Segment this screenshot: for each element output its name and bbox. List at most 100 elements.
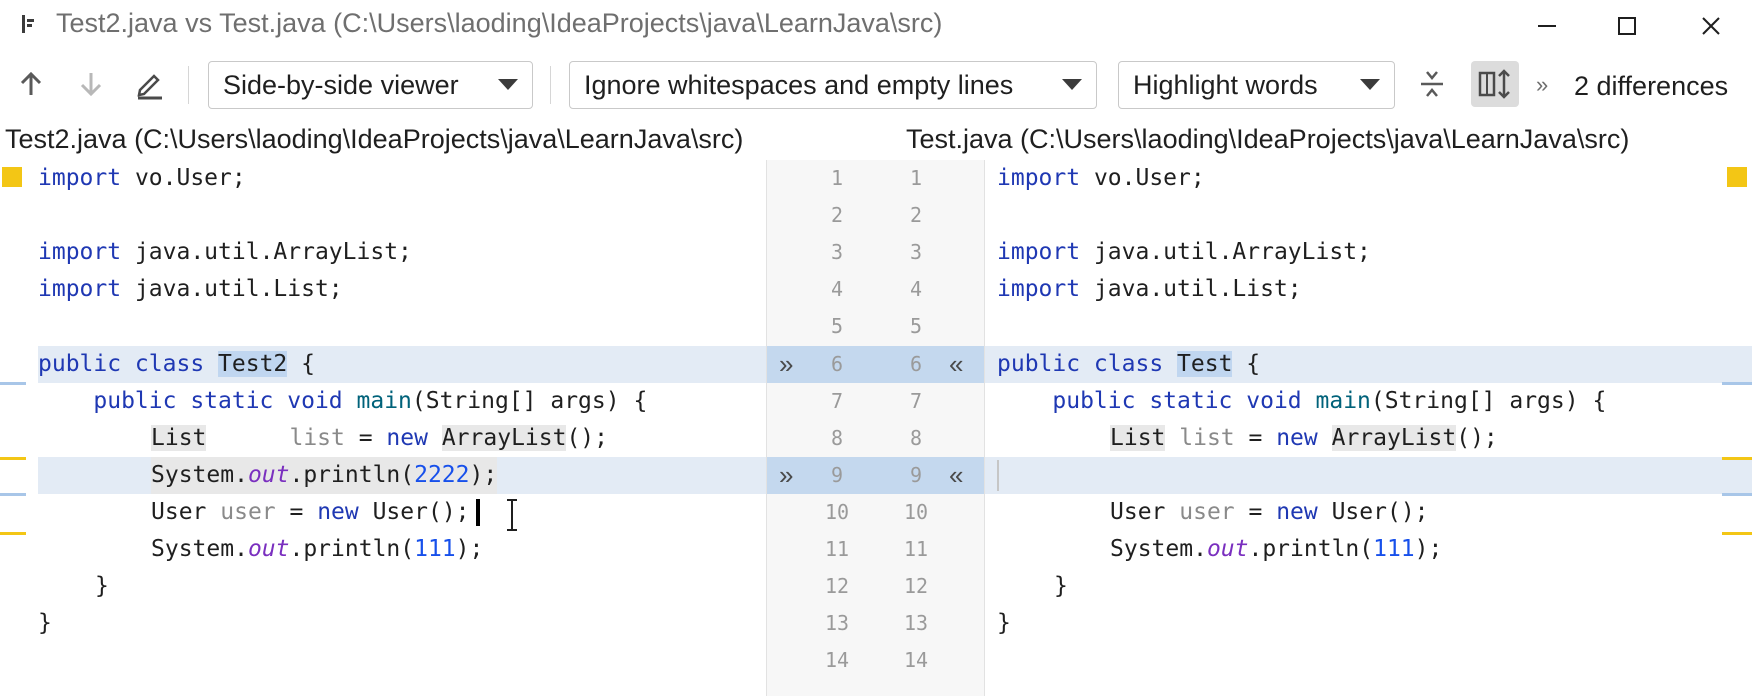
apply-left-icon[interactable]: »	[779, 457, 793, 494]
code-line: }	[95, 573, 109, 599]
minimize-icon[interactable]	[1527, 6, 1567, 46]
code-line: import java.util.ArrayList;	[997, 239, 1371, 265]
right-line-number: 12	[903, 574, 929, 598]
left-line-number: 14	[824, 648, 850, 672]
whitespace-mode-dropdown[interactable]: Ignore whitespaces and empty lines	[569, 61, 1097, 109]
apply-left-icon[interactable]: »	[779, 346, 793, 383]
change-stripe	[1722, 532, 1752, 535]
changed-row-highlight	[985, 457, 1752, 494]
left-line-number: 13	[824, 611, 850, 635]
change-stripe	[0, 382, 26, 385]
left-editor-pane[interactable]: import vo.User; import java.util.ArrayLi…	[0, 160, 766, 696]
left-line-number: 4	[830, 277, 844, 301]
left-line-number: 2	[830, 203, 844, 227]
code-line: User user = new User();	[1110, 499, 1429, 525]
left-line-number: 6	[830, 352, 844, 376]
differences-count: 2 differences	[1574, 71, 1729, 101]
right-line-number: 8	[909, 426, 923, 450]
toolbar-separator	[550, 66, 551, 104]
left-line-number: 1	[830, 166, 844, 190]
right-line-number: 10	[903, 500, 929, 524]
chevron-down-icon	[1360, 79, 1380, 90]
highlight-mode-dropdown[interactable]: Highlight words	[1118, 61, 1395, 109]
left-line-number: 10	[824, 500, 850, 524]
close-icon[interactable]	[1691, 6, 1731, 46]
apply-right-icon[interactable]: «	[949, 457, 963, 494]
change-stripe	[0, 493, 26, 496]
left-line-number: 11	[824, 537, 850, 561]
whitespace-mode-label: Ignore whitespaces and empty lines	[584, 69, 1014, 100]
change-stripe	[1722, 493, 1752, 496]
code-line: import java.util.List;	[38, 276, 343, 302]
window-title: Test2.java vs Test.java (C:\Users\laodin…	[56, 8, 943, 38]
viewer-mode-label: Side-by-side viewer	[223, 69, 459, 100]
code-line: import java.util.List;	[997, 276, 1302, 302]
text-caret	[476, 499, 480, 526]
right-line-number: 3	[909, 240, 923, 264]
maximize-icon[interactable]	[1607, 6, 1647, 46]
next-difference-button[interactable]	[71, 64, 111, 104]
left-file-header: Test2.java (C:\Users\laoding\IdeaProject…	[5, 124, 744, 154]
highlight-mode-label: Highlight words	[1133, 69, 1318, 100]
change-stripe	[1722, 382, 1752, 385]
code-line: public class Test2 {	[38, 351, 315, 377]
text-cursor-icon	[507, 499, 517, 531]
left-line-number: 8	[830, 426, 844, 450]
more-actions-icon[interactable]: »	[1536, 72, 1548, 98]
chevron-down-icon	[498, 79, 518, 90]
right-line-number: 5	[909, 314, 923, 338]
code-line: }	[997, 610, 1011, 636]
right-file-header: Test.java (C:\Users\laoding\IdeaProjects…	[906, 124, 1630, 154]
right-line-number: 7	[909, 389, 923, 413]
diff-gutter: » « » « 1 2 3 4 5 6 7 8 9 10 11 12 13 14…	[766, 160, 985, 696]
code-line: import vo.User;	[997, 165, 1205, 191]
sync-scroll-icon	[1478, 69, 1510, 99]
edit-source-button[interactable]	[130, 64, 170, 104]
right-editor-pane[interactable]: import vo.User; import java.util.ArrayLi…	[985, 160, 1752, 696]
right-line-number: 6	[909, 352, 923, 376]
code-line: public static void main(String[] args) {	[997, 388, 1607, 414]
right-line-number: 9	[909, 463, 923, 487]
change-stripe	[0, 457, 26, 460]
left-line-number: 5	[830, 314, 844, 338]
change-marker	[1727, 167, 1747, 187]
left-line-number: 9	[830, 463, 844, 487]
right-line-number: 4	[909, 277, 923, 301]
right-line-number: 1	[909, 166, 923, 190]
sync-scroll-button[interactable]	[1471, 61, 1519, 107]
change-stripe	[1722, 457, 1752, 460]
right-line-number: 2	[909, 203, 923, 227]
change-marker	[2, 167, 22, 187]
app-icon	[22, 15, 34, 33]
code-line: List list = new ArrayList();	[1110, 425, 1498, 451]
collapse-unchanged-icon	[1421, 71, 1443, 97]
code-line: import java.util.ArrayList;	[38, 239, 412, 265]
apply-right-icon[interactable]: «	[949, 346, 963, 383]
code-line: import vo.User;	[38, 165, 246, 191]
code-line: User user = new User();	[151, 499, 470, 525]
left-line-number: 7	[830, 389, 844, 413]
title-bar: Test2.java vs Test.java (C:\Users\laodin…	[0, 0, 1752, 52]
change-stripe	[0, 532, 26, 535]
diff-toolbar: Side-by-side viewer Ignore whitespaces a…	[0, 52, 1752, 118]
edit-source-icon	[137, 74, 162, 100]
right-line-number: 11	[903, 537, 929, 561]
code-line: }	[1054, 573, 1068, 599]
code-line: System.out.println(111);	[151, 536, 484, 562]
empty-line-marker	[997, 460, 999, 491]
code-line: System.out.println(111);	[1110, 536, 1443, 562]
right-line-number: 14	[903, 648, 929, 672]
collapse-unchanged-button[interactable]	[1412, 64, 1452, 104]
next-difference-icon	[80, 73, 102, 97]
right-line-number: 13	[903, 611, 929, 635]
code-line: }	[38, 610, 52, 636]
toolbar-separator	[188, 66, 189, 104]
code-line: public class Test {	[997, 351, 1261, 377]
prev-difference-icon	[20, 71, 42, 95]
left-line-number: 3	[830, 240, 844, 264]
code-line: List list = new ArrayList();	[151, 425, 608, 451]
code-line: public static void main(String[] args) {	[38, 388, 648, 414]
prev-difference-button[interactable]	[11, 64, 51, 104]
viewer-mode-dropdown[interactable]: Side-by-side viewer	[208, 61, 533, 109]
code-line: System.out.println(2222);	[151, 457, 498, 494]
